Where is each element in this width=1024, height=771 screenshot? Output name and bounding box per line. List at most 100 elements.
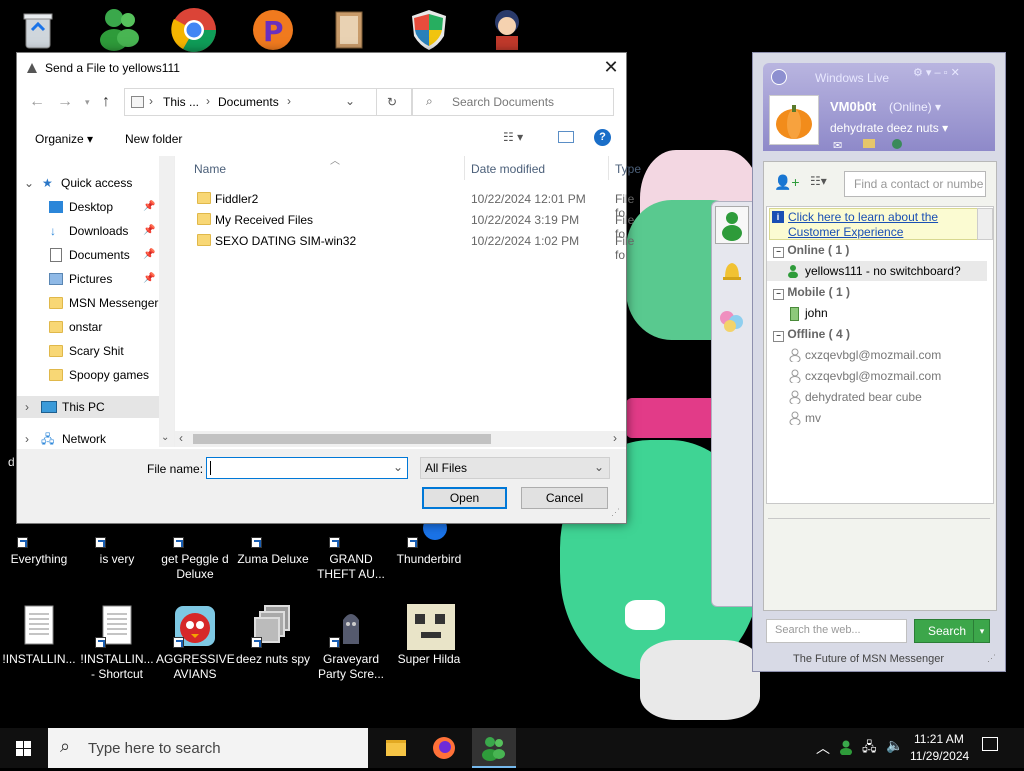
desktop-icon-is-very[interactable]: is very [78, 518, 156, 567]
nav-desktop[interactable]: Desktop 📌 [17, 196, 175, 218]
desktop-icon-installing[interactable]: !INSTALLIN... [0, 604, 78, 667]
file-list-scrollbar[interactable]: ‹ › [175, 431, 626, 447]
forward-arrow-icon[interactable]: → [57, 93, 73, 111]
breadcrumb-this-pc[interactable]: This ... [163, 95, 199, 109]
contact-list-scrollbar[interactable] [977, 208, 993, 240]
search-web-button[interactable]: Search ▾ [914, 619, 990, 643]
user-status[interactable]: (Online) ▾ [889, 100, 941, 114]
chevron-up-icon[interactable]: ︿ [816, 738, 830, 758]
user-name[interactable]: VM0b0t [830, 99, 876, 114]
contact-item[interactable]: yellows111 - no switchboard? [767, 261, 987, 281]
nav-this-pc[interactable]: › This PC [17, 396, 175, 418]
file-row[interactable]: SEXO DATING SIM-win32 10/22/2024 1:02 PM… [175, 230, 634, 262]
contact-item[interactable]: cxzqevbgl@mozmail.com [775, 345, 985, 365]
refresh-icon[interactable]: ↻ [376, 89, 407, 115]
nav-spoopy-games[interactable]: Spoopy games [17, 364, 175, 386]
nav-network[interactable]: › 🖧 Network [17, 428, 175, 447]
desktop-icon-everything[interactable]: Everything [0, 518, 78, 567]
clock-time[interactable]: 11:21 AM [914, 732, 964, 746]
chevron-down-icon[interactable]: ▾ [973, 620, 990, 642]
messenger-tray-icon[interactable] [838, 739, 854, 758]
clock-date[interactable]: 11/29/2024 [910, 749, 969, 763]
help-icon[interactable]: ? [594, 129, 611, 146]
desktop-icon-super-hilda[interactable]: Super Hilda [390, 604, 468, 667]
desktop-icon-thunderbird[interactable]: Thunderbird [390, 516, 468, 567]
info-link[interactable]: Click here to learn about the Customer E… [788, 210, 960, 240]
messenger-taskbar-icon[interactable] [472, 728, 516, 768]
messenger-icon[interactable] [94, 4, 144, 52]
taskbar-search-box[interactable]: ⌕ Type here to search [48, 728, 368, 768]
contact-item[interactable]: john [775, 303, 985, 323]
file-type-select[interactable]: All Files ⌄ [420, 457, 610, 479]
new-folder-button[interactable]: New folder [125, 132, 182, 146]
navigation-scrollbar[interactable]: ⌄ [159, 156, 174, 447]
info-banner[interactable]: i Click here to learn about the Customer… [769, 208, 979, 240]
character-icon[interactable] [484, 6, 530, 52]
recycle-bin-icon[interactable] [18, 10, 58, 50]
nav-pictures[interactable]: Pictures 📌 [17, 268, 175, 290]
nav-onstar[interactable]: onstar [17, 316, 175, 338]
document-icon[interactable] [330, 10, 370, 52]
view-options-icon[interactable]: ☷ ▾ [503, 130, 523, 144]
mail-icon[interactable]: ✉ [833, 139, 842, 152]
search-web-input[interactable]: Search the web... [766, 619, 907, 643]
desktop-icon-peggle-deluxe[interactable]: get Peggle d Deluxe [156, 518, 234, 582]
dialog-titlebar[interactable]: Send a File to yellows111 ✕ [17, 53, 626, 83]
window-controls[interactable]: ⚙ ▾ – ▫ ✕ [913, 66, 960, 79]
volume-icon[interactable]: 🔈 [886, 737, 903, 754]
contact-item[interactable]: mv [775, 408, 985, 428]
group-mobile[interactable]: − Mobile ( 1 ) [773, 285, 850, 300]
desktop-icon-installing-shortcut[interactable]: !INSTALLIN... - Shortcut [78, 604, 156, 682]
cancel-button[interactable]: Cancel [521, 487, 608, 509]
view-options-icon[interactable]: ☷▾ [810, 174, 827, 188]
scroll-down-icon[interactable]: ⌄ [161, 432, 169, 443]
chevron-down-icon[interactable]: ⌄ [393, 460, 403, 474]
chrome-icon[interactable] [170, 6, 218, 54]
up-arrow-icon[interactable]: ↑ [102, 93, 110, 111]
scroll-right-icon[interactable]: › [613, 431, 617, 445]
group-offline[interactable]: − Offline ( 4 ) [773, 327, 850, 342]
nav-downloads[interactable]: ↓ Downloads 📌 [17, 220, 175, 242]
peggle-icon[interactable]: P [250, 8, 296, 52]
nav-documents[interactable]: Documents 📌 [17, 244, 175, 266]
dropdown-chevron-icon[interactable]: ▾ [85, 97, 90, 108]
open-button[interactable]: Open [422, 487, 507, 509]
personal-message[interactable]: dehydrate deez nuts ▾ [830, 121, 948, 135]
column-header-date[interactable]: Date modified [471, 162, 545, 176]
shield-icon[interactable] [408, 8, 450, 52]
nav-quick-access[interactable]: ⌄ ★ Quick access [17, 172, 175, 194]
address-dropdown-icon[interactable]: ⌄ [345, 94, 355, 108]
nav-scary-shit[interactable]: Scary Shit [17, 340, 175, 362]
column-header-type[interactable]: Type [615, 162, 641, 176]
scroll-left-icon[interactable]: ‹ [179, 431, 183, 445]
back-arrow-icon[interactable]: ← [29, 93, 45, 111]
file-explorer-taskbar-icon[interactable] [376, 728, 416, 768]
tree-icon[interactable] [892, 139, 902, 149]
network-icon[interactable]: 🖧 [862, 738, 877, 760]
search-documents-input[interactable]: ⌕ Search Documents [411, 88, 614, 116]
notifications-icon[interactable] [982, 737, 998, 751]
group-online[interactable]: − Online ( 1 ) [773, 243, 849, 258]
firefox-taskbar-icon[interactable] [424, 728, 464, 768]
file-row[interactable]: My Received Files 10/22/2024 3:19 PM Fil… [175, 209, 634, 241]
start-button[interactable] [0, 728, 48, 768]
breadcrumb-documents[interactable]: Documents [218, 95, 279, 109]
contact-item[interactable]: cxzqevbgl@mozmail.com [775, 366, 985, 386]
close-icon[interactable]: ✕ [596, 53, 626, 83]
desktop-icon-aggressive-avians[interactable]: AGGRESSIVE AVIANS [156, 604, 235, 682]
organize-button[interactable]: Organize ▾ [35, 132, 93, 146]
address-bar[interactable]: › This ... › Documents › ⌄ ↻ [124, 88, 413, 116]
desktop-icon-graveyard[interactable]: Graveyard Party Scre... [312, 604, 390, 682]
desktop-icon-deez-nuts-spy[interactable]: deez nuts spy [234, 604, 312, 667]
resize-grip-icon[interactable]: ⋰ [987, 653, 996, 664]
preview-pane-icon[interactable] [558, 131, 574, 143]
avatar[interactable] [769, 95, 819, 145]
contacts-tab-icon[interactable] [715, 206, 749, 244]
contact-item[interactable]: dehydrated bear cube [775, 387, 985, 407]
desktop-icon-gta[interactable]: GRAND THEFT AU... [312, 518, 390, 582]
nav-msn-messenger[interactable]: MSN Messenger [17, 292, 175, 314]
bell-icon[interactable] [717, 256, 747, 286]
folder-small-icon[interactable] [863, 139, 875, 148]
desktop-icon-zuma-deluxe[interactable]: Zuma Deluxe [234, 518, 312, 567]
scroll-thumb[interactable] [193, 434, 491, 444]
